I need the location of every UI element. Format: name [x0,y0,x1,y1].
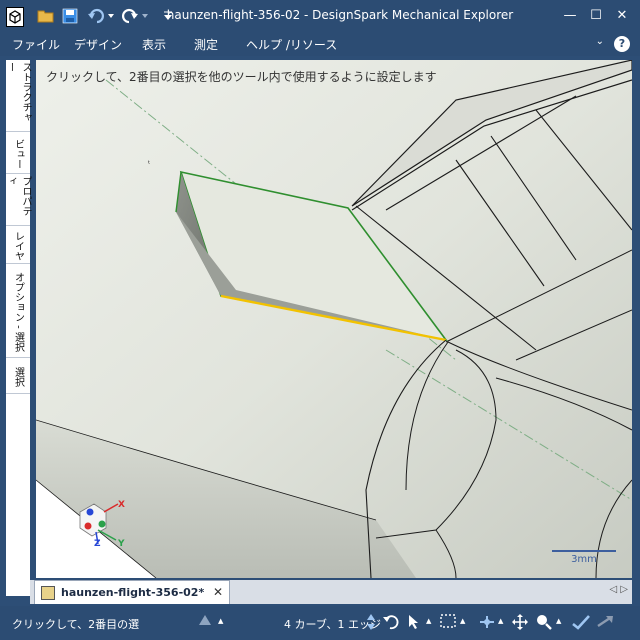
menu-design[interactable]: デザイン [74,36,122,53]
title-bar: haunzen-flight-356-02 - DesignSpark Mech… [0,0,640,32]
status-message: クリックして、2番目の選 [12,618,140,631]
help-icon[interactable]: ? [614,36,630,52]
zoom-dropdown-icon[interactable]: ▲ [556,617,561,625]
tab-select[interactable]: 選択 [6,360,30,394]
window-title: haunzen-flight-356-02 - DesignSpark Mech… [166,8,514,22]
redo-gray-icon[interactable] [596,614,614,634]
document-icon [41,585,55,600]
menu-file[interactable]: ファイル [12,36,60,53]
document-tab-label: haunzen-flight-356-02* [61,586,205,599]
triad-z-label: Z [94,539,101,549]
tab-layers[interactable]: レイヤ [6,228,30,264]
move-icon[interactable] [478,614,496,634]
pointer-dropdown-icon[interactable]: ▲ [426,617,431,625]
up-triangle-icon[interactable] [198,614,212,630]
tab-scroll-arrows[interactable]: ◁ ▷ [609,584,628,595]
menu-help-resources[interactable]: ヘルプ /リソース [246,36,337,53]
tab-options-select[interactable]: オプション - 選択 [6,266,30,358]
pointer-icon[interactable] [408,614,420,634]
box-select-icon[interactable] [440,614,456,632]
app-window: haunzen-flight-356-02 - DesignSpark Mech… [0,0,640,640]
open-folder-icon[interactable] [36,6,56,26]
document-tab-bar: haunzen-flight-356-02* ✕ ◁ ▷ [30,580,632,604]
move-dropdown-icon[interactable]: ▲ [498,617,503,625]
undo-icon[interactable] [86,6,116,26]
scale-line [552,550,616,552]
menu-bar: ファイル デザイン 表示 測定 ヘルプ /リソース ⌄ ? [0,32,640,56]
design-viewport[interactable]: ᵗ X Y Z クリックして、2番目の選択を他のツール内で使用するように設定しま… [36,60,632,578]
box-select-dropdown-icon[interactable]: ▲ [460,617,465,625]
triad-y-label: Y [117,539,125,549]
tab-structure[interactable]: ストラクチャー [5,62,31,132]
select-spinner-icon[interactable] [366,612,376,636]
menu-view[interactable]: 表示 [142,36,166,53]
minimize-button[interactable]: — [558,6,582,26]
model-view: ᵗ X Y Z [36,60,632,578]
menu-measure[interactable]: 測定 [194,36,218,53]
pin-mark: ᵗ [148,159,150,168]
redo-icon[interactable] [120,6,150,26]
scale-bar: 3mm [552,546,616,566]
document-tab-close-icon[interactable]: ✕ [213,585,223,599]
side-panel-tabs: ストラクチャー ビュー プロパティ レイヤ オプション - 選択 選択 [5,60,31,596]
triad-x-label: X [118,500,125,510]
viewport-hint: クリックして、2番目の選択を他のツール内で使用するように設定します [46,70,437,84]
app-icon[interactable] [6,7,24,27]
close-button[interactable]: ✕ [610,6,634,26]
check-icon[interactable] [572,614,590,634]
scale-label: 3mm [571,554,597,565]
tab-view[interactable]: ビュー [6,134,30,174]
dropdown-arrow-icon[interactable]: ▲ [218,617,223,625]
pan-icon[interactable] [512,614,528,634]
save-icon[interactable] [60,6,80,26]
zoom-icon[interactable] [536,614,552,634]
status-bar: クリックして、2番目の選 ▲ 4 カーブ、1 エッジ ▲ ▲ ▲ ▲ [0,606,640,640]
ribbon-collapse-icon[interactable]: ⌄ [596,36,604,47]
document-tab[interactable]: haunzen-flight-356-02* ✕ [34,580,230,604]
tab-properties[interactable]: プロパティ [5,176,31,226]
select-history-icon[interactable] [382,614,400,634]
maximize-button[interactable]: ☐ [584,6,608,26]
